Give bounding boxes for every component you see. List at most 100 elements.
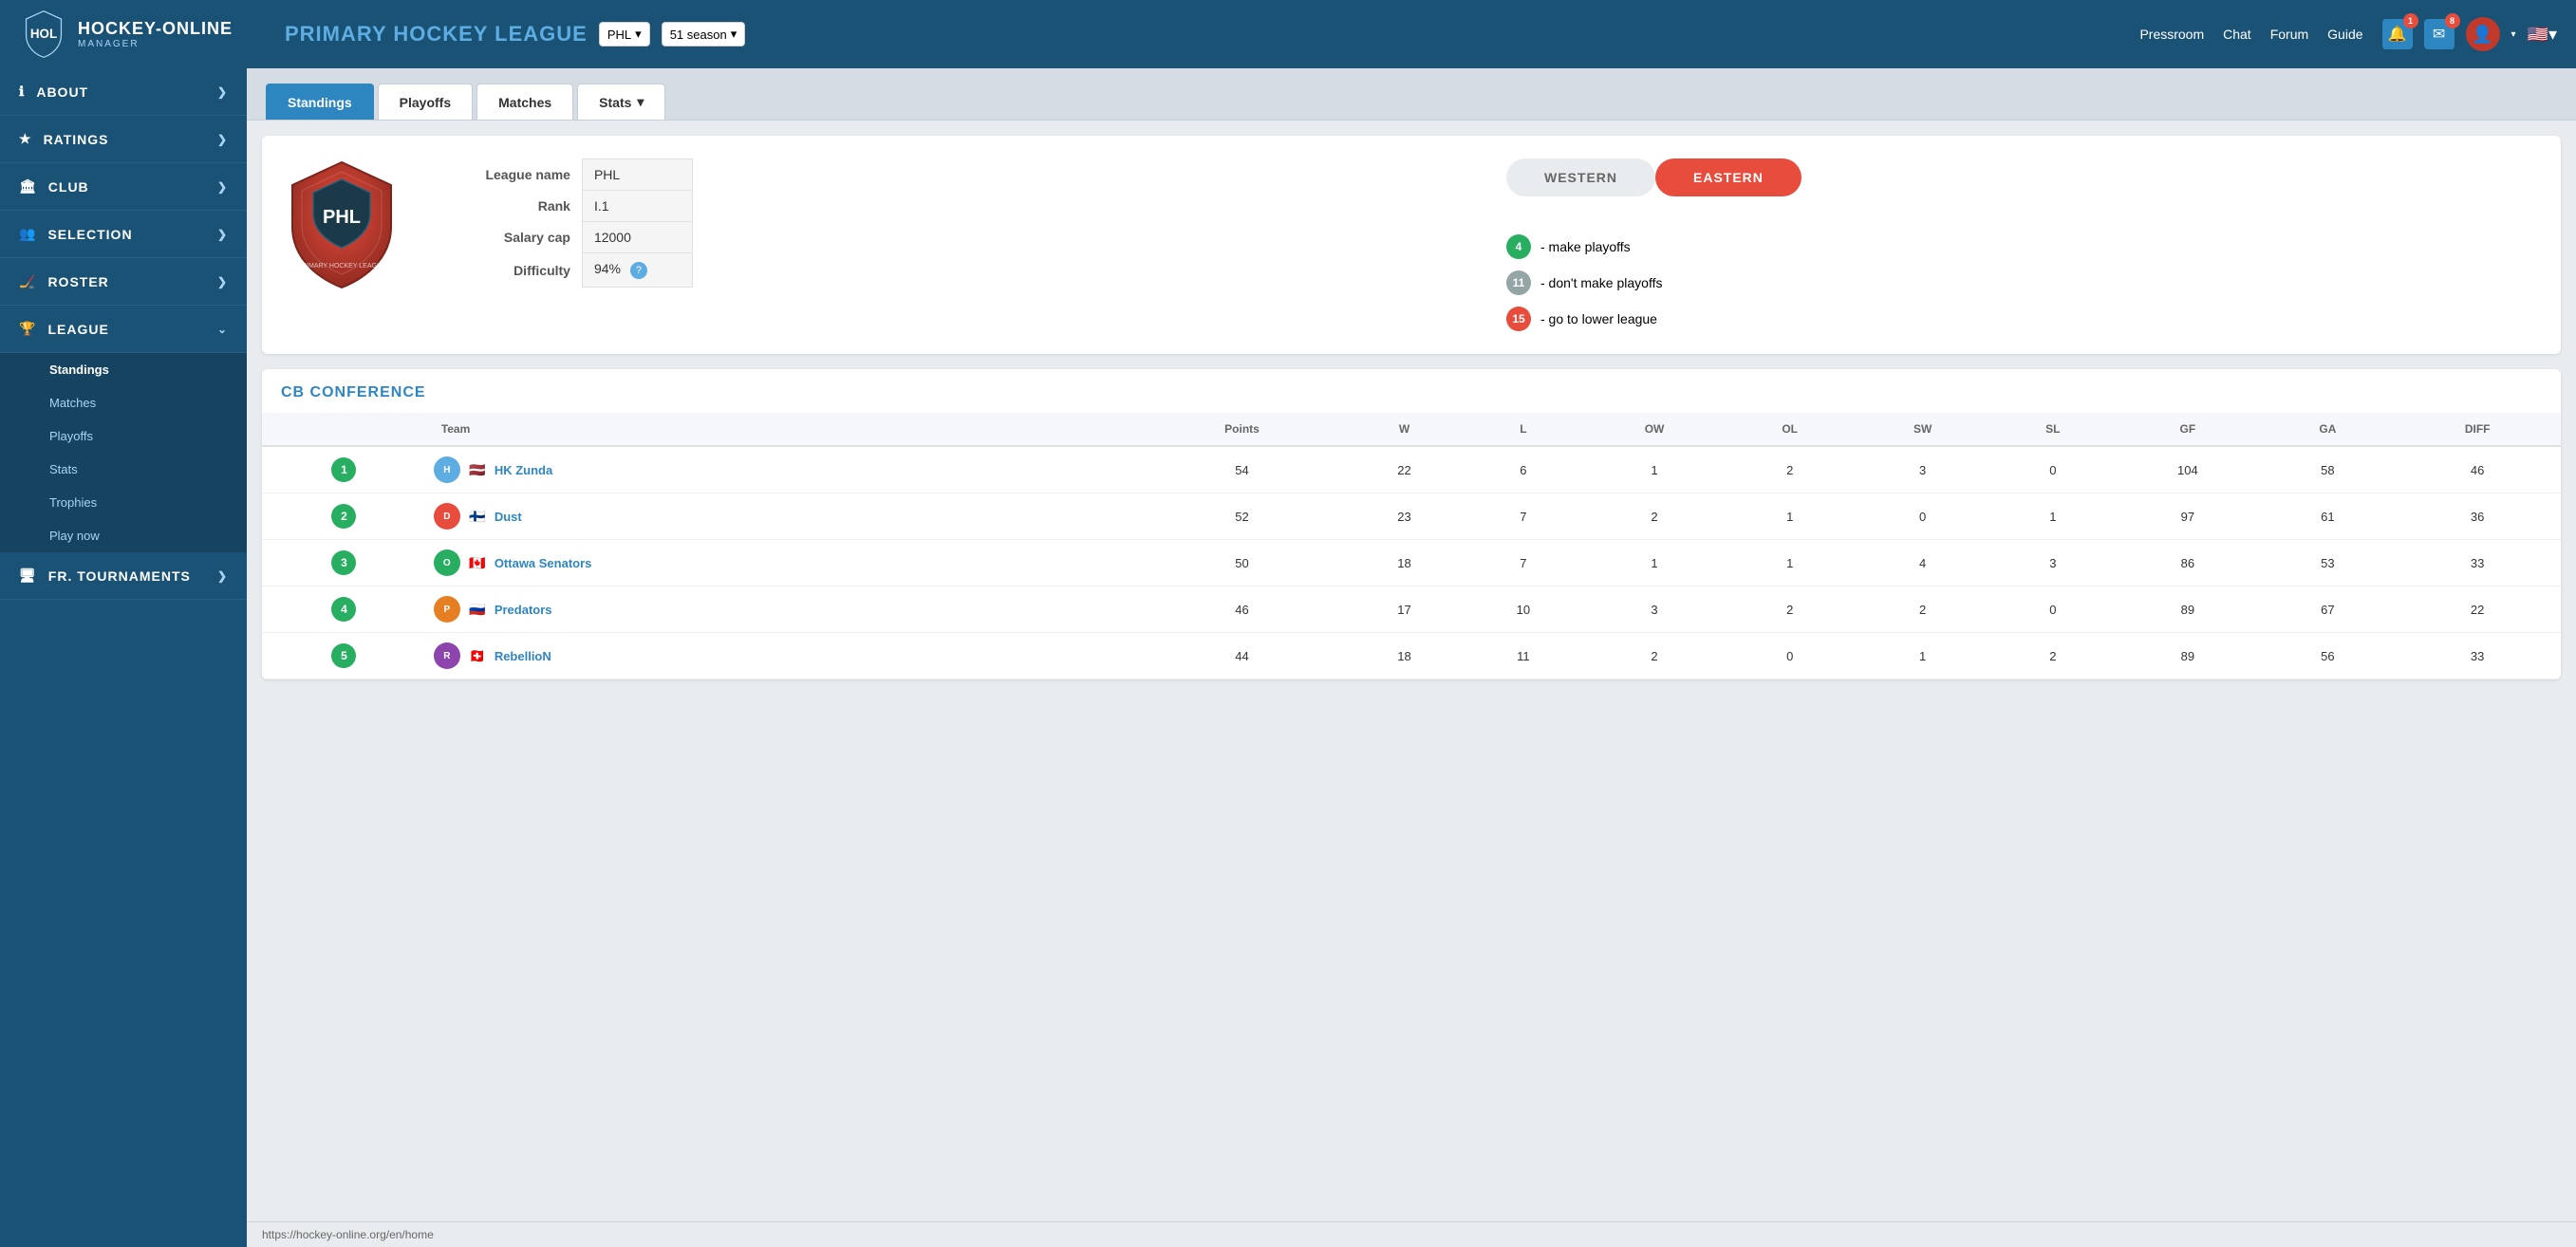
- league-details: League name PHL Rank I.1 Salary cap 1200…: [427, 158, 1459, 288]
- team-cell: H 🇱🇻 HK Zunda: [426, 446, 1139, 493]
- ow-cell: 2: [1583, 493, 1727, 540]
- notification-bell-button[interactable]: 🔔 1: [2382, 19, 2413, 49]
- sidebar-item-fr-tournaments[interactable]: 🖥 FR. TOURNAMENTS ❯: [0, 552, 247, 600]
- col-points: Points: [1139, 413, 1345, 446]
- info-icon: ℹ: [19, 84, 25, 100]
- sidebar-item-ratings[interactable]: ★ RATINGS ❯: [0, 116, 247, 163]
- w-cell: 18: [1345, 633, 1464, 679]
- sl-cell: 0: [1991, 586, 2114, 633]
- sidebar-subitem-stats[interactable]: Stats: [0, 453, 247, 486]
- points-cell: 52: [1139, 493, 1345, 540]
- playoff-row-2: 11 - don't make playoffs: [1506, 270, 1662, 295]
- western-conference-button[interactable]: WESTERN: [1506, 158, 1655, 196]
- col-rank: [262, 413, 426, 446]
- sw-cell: 3: [1854, 446, 1991, 493]
- nav-pressroom[interactable]: Pressroom: [2139, 27, 2204, 42]
- tab-playoffs[interactable]: Playoffs: [378, 84, 473, 120]
- difficulty-value: 94% ?: [582, 253, 692, 288]
- conference-toggle: WESTERN EASTERN: [1506, 158, 1801, 196]
- tab-standings[interactable]: Standings: [266, 84, 374, 120]
- chevron-right-icon: ❯: [217, 275, 228, 288]
- team-name[interactable]: RebellioN: [495, 649, 551, 663]
- sidebar-subitem-playoffs[interactable]: Playoffs: [0, 419, 247, 453]
- ow-cell: 1: [1583, 446, 1727, 493]
- sidebar: ℹ ABOUT ❯ ★ RATINGS ❯ 🏛 CLUB ❯ 👥 SELECTI…: [0, 68, 247, 1247]
- league-selector[interactable]: PHL ▾: [599, 22, 650, 47]
- tab-matches[interactable]: Matches: [476, 84, 573, 120]
- sidebar-subitem-matches[interactable]: Matches: [0, 386, 247, 419]
- playoff-text-miss: - don't make playoffs: [1540, 275, 1662, 290]
- help-icon[interactable]: ?: [630, 262, 647, 279]
- diff-cell: 46: [2394, 446, 2561, 493]
- team-flag: 🇷🇺: [468, 603, 487, 616]
- building-icon: 🏛: [19, 178, 37, 195]
- col-gf: GF: [2114, 413, 2261, 446]
- col-team: Team: [426, 413, 1139, 446]
- col-diff: DIFF: [2394, 413, 2561, 446]
- trophy-icon: 🏆: [19, 321, 36, 337]
- content-area: Standings Playoffs Matches Stats ▾: [247, 68, 2576, 1247]
- rank-cell: 2: [262, 493, 426, 540]
- col-ol: OL: [1726, 413, 1853, 446]
- points-cell: 50: [1139, 540, 1345, 586]
- points-cell: 44: [1139, 633, 1345, 679]
- l-cell: 11: [1464, 633, 1582, 679]
- table-row: 2 D 🇫🇮 Dust 52 23 7 2 1 0 1 97 61 36: [262, 493, 2561, 540]
- league-name-label: League name: [427, 159, 582, 191]
- sidebar-item-label: ABOUT: [36, 84, 88, 100]
- sidebar-item-label: CLUB: [48, 179, 89, 195]
- team-flag: 🇨🇭: [468, 649, 487, 662]
- rank-cell: 1: [262, 446, 426, 493]
- message-button[interactable]: ✉ 8: [2424, 19, 2455, 49]
- team-cell: P 🇷🇺 Predators: [426, 586, 1139, 633]
- team-cell: R 🇨🇭 RebellioN: [426, 633, 1139, 679]
- sidebar-item-about[interactable]: ℹ ABOUT ❯: [0, 68, 247, 116]
- team-name[interactable]: Dust: [495, 510, 522, 524]
- nav-guide[interactable]: Guide: [2327, 27, 2362, 42]
- salary-cap-label: Salary cap: [427, 222, 582, 253]
- ga-cell: 58: [2261, 446, 2394, 493]
- gf-cell: 89: [2114, 586, 2261, 633]
- team-name[interactable]: Predators: [495, 603, 552, 617]
- rank-cell: 3: [262, 540, 426, 586]
- sidebar-subitem-playnow[interactable]: Play now: [0, 519, 247, 552]
- chevron-right-icon: ❯: [217, 228, 228, 241]
- standings-table: Team Points W L OW OL SW SL GF GA DIFF: [262, 413, 2561, 679]
- team-name[interactable]: HK Zunda: [495, 463, 552, 477]
- sl-cell: 0: [1991, 446, 2114, 493]
- app-subtitle: MANAGER: [78, 39, 233, 49]
- sidebar-item-roster[interactable]: 🏒 ROSTER ❯: [0, 258, 247, 306]
- team-name[interactable]: Ottawa Senators: [495, 556, 592, 570]
- table-row: 4 P 🇷🇺 Predators 46 17 10 3 2 2 0 89 67 …: [262, 586, 2561, 633]
- sidebar-item-league[interactable]: 🏆 LEAGUE ⌄: [0, 306, 247, 353]
- sidebar-subitem-standings[interactable]: Standings: [0, 353, 247, 386]
- team-cell: O 🇨🇦 Ottawa Senators: [426, 540, 1139, 586]
- avatar[interactable]: 👤: [2466, 17, 2500, 51]
- people-icon: 👥: [19, 226, 36, 242]
- sl-cell: 1: [1991, 493, 2114, 540]
- ol-cell: 2: [1726, 446, 1853, 493]
- sidebar-item-selection[interactable]: 👥 SELECTION ❯: [0, 211, 247, 258]
- ow-cell: 1: [1583, 540, 1727, 586]
- playoff-row-3: 15 - go to lower league: [1506, 307, 1662, 331]
- conference-panel: WESTERN EASTERN 4 - make playoffs 11 - d…: [1487, 158, 2538, 331]
- ga-cell: 61: [2261, 493, 2394, 540]
- w-cell: 17: [1345, 586, 1464, 633]
- svg-text:PHL: PHL: [323, 207, 361, 228]
- points-cell: 54: [1139, 446, 1345, 493]
- sidebar-subitem-trophies[interactable]: Trophies: [0, 486, 247, 519]
- eastern-conference-button[interactable]: EASTERN: [1655, 158, 1801, 196]
- col-w: W: [1345, 413, 1464, 446]
- nav-chat[interactable]: Chat: [2223, 27, 2251, 42]
- nav-forum[interactable]: Forum: [2270, 27, 2308, 42]
- sidebar-item-club[interactable]: 🏛 CLUB ❯: [0, 163, 247, 211]
- rank-cell: 5: [262, 633, 426, 679]
- tab-stats[interactable]: Stats ▾: [577, 84, 665, 120]
- sw-cell: 4: [1854, 540, 1991, 586]
- l-cell: 7: [1464, 540, 1582, 586]
- star-icon: ★: [19, 131, 32, 147]
- season-selector[interactable]: 51 season ▾: [662, 22, 746, 47]
- salary-cap-value: 12000: [582, 222, 692, 253]
- language-flag-button[interactable]: 🇺🇸▾: [2528, 25, 2557, 45]
- w-cell: 22: [1345, 446, 1464, 493]
